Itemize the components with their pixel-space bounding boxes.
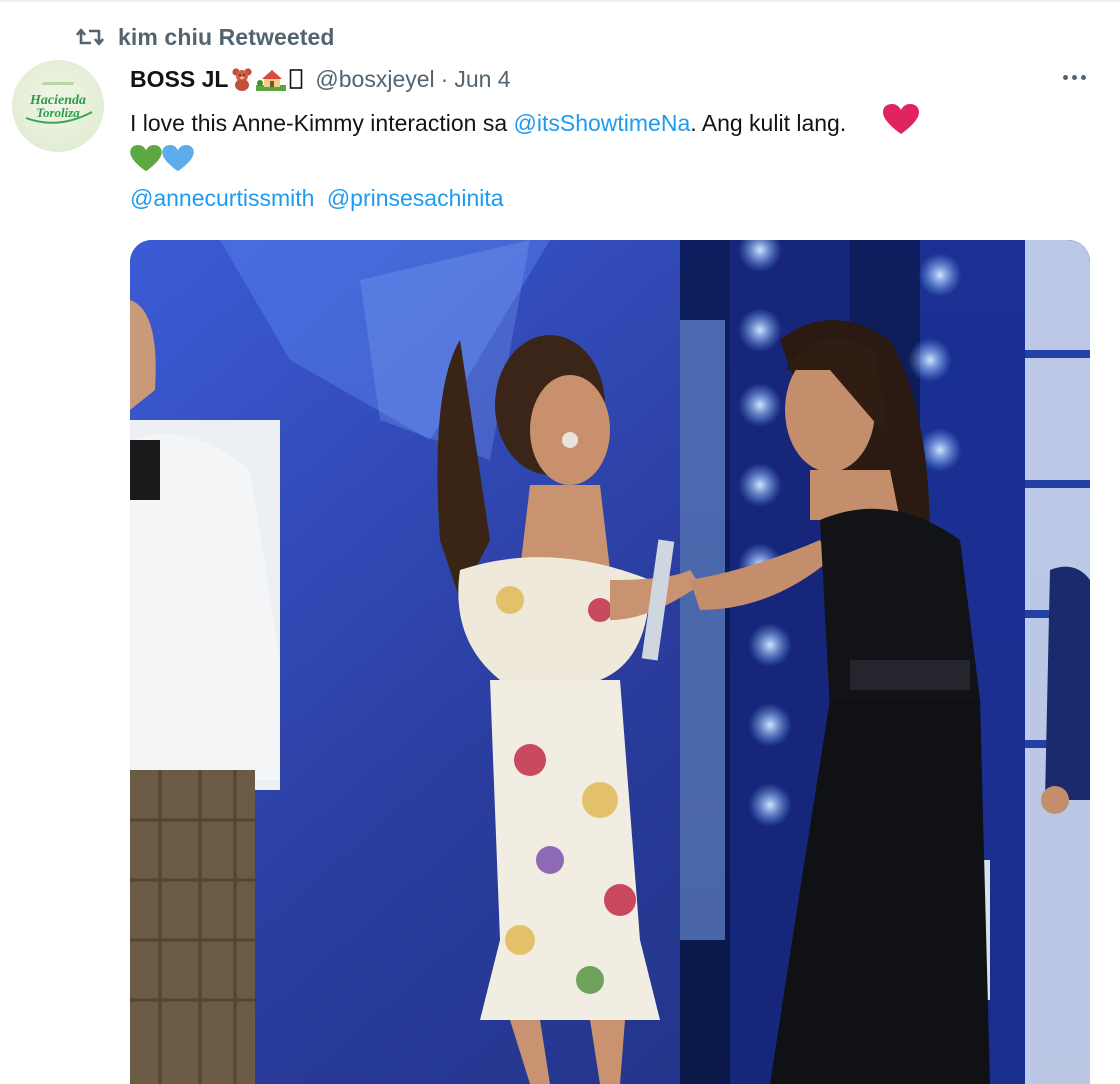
blue-heart-emoji [162,145,194,172]
top-divider [0,0,1120,2]
mention-link-prinsesachinita[interactable]: @prinsesachinita [327,185,504,211]
author-handle[interactable]: @bosxjeyel [315,66,434,93]
more-options-icon[interactable] [1052,62,1096,92]
mentions-line: @annecurtissmith @prinsesachinita [130,180,510,217]
missing-glyph [290,69,303,89]
mention-link-annecurtissmith[interactable]: @annecurtissmith [130,185,314,211]
tweet-text-part1: I love this Anne-Kimmy interaction sa [130,110,514,136]
tweet-date[interactable]: Jun 4 [454,66,510,93]
retweet-icon [76,28,104,46]
separator-dot: · [440,65,449,92]
tweet-media[interactable] [130,240,1090,1084]
tweet-frame: kim chiu Retweeted Hacienda Toroliza BOS… [0,0,1120,1084]
tweet-header: BOSS JL @bosxjeyel · Jun 4 [130,62,511,96]
green-heart-emoji [130,145,162,172]
tweet-text-part2: . Ang kulit lang. [690,110,847,136]
author-display-name[interactable]: BOSS JL [130,66,228,93]
tweet-body: I love this Anne-Kimmy interaction sa @i… [130,104,1080,179]
media-image [130,240,1090,1084]
retweet-context[interactable]: kim chiu Retweeted [76,22,335,52]
retweet-label[interactable]: kim chiu Retweeted [118,24,335,51]
teddy-bear-emoji [232,68,253,91]
house-with-garden-emoji [256,70,287,91]
avatar[interactable]: Hacienda Toroliza [12,60,104,152]
red-heart-emoji [883,104,920,134]
name-emoji-group [231,67,303,91]
hacienda-toroliza-logo: Hacienda Toroliza [25,82,93,124]
mention-link-itsshowtimena[interactable]: @itsShowtimeNa [514,110,691,136]
avatar-text-line2: Toroliza [36,105,80,120]
